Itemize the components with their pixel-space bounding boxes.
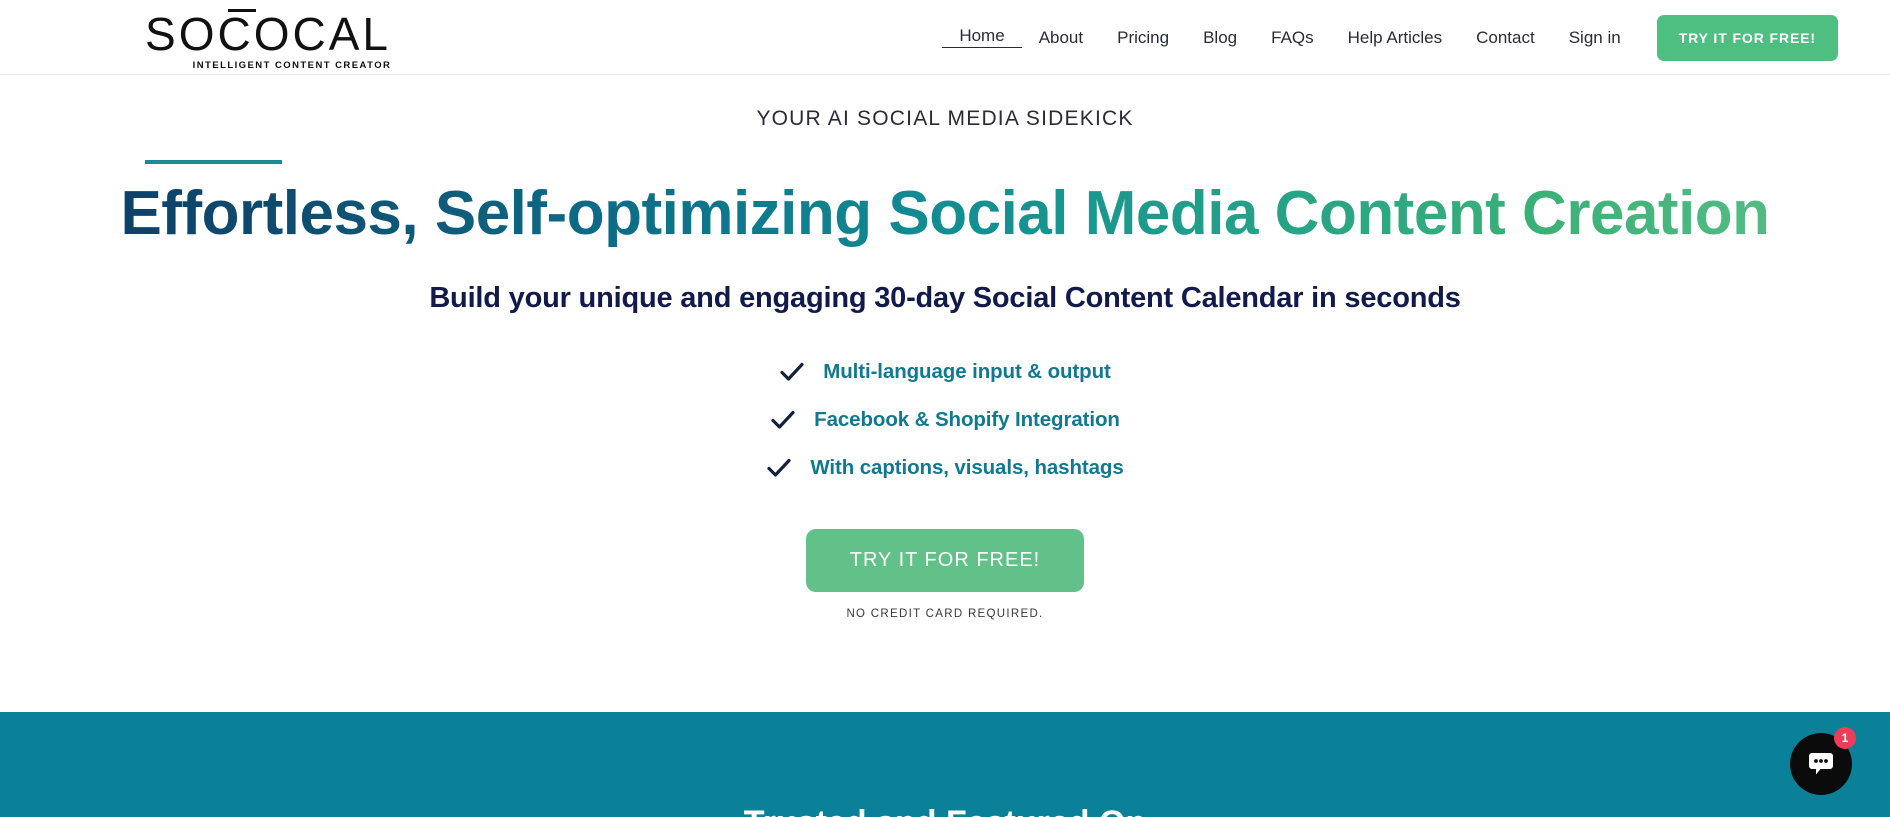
hero-eyebrow: YOUR AI SOCIAL MEDIA SIDEKICK <box>756 107 1134 130</box>
hero-benefits-list: Multi-language input & output Facebook &… <box>0 359 1890 481</box>
benefit-label: With captions, visuals, hashtags <box>810 455 1124 479</box>
check-icon <box>779 359 805 385</box>
landing-page: SOCOCAL INTELLIGENT CONTENT CREATOR Home… <box>0 0 1890 817</box>
check-icon <box>770 407 796 433</box>
chat-bubble-icon <box>1806 748 1836 781</box>
nav-item-pricing[interactable]: Pricing <box>1100 29 1186 46</box>
trusted-featured-title: Trusted and Featured On <box>0 804 1890 817</box>
nav-item-sign-in[interactable]: Sign in <box>1552 29 1638 46</box>
benefit-item: Multi-language input & output <box>779 359 1111 385</box>
no-credit-card-note: NO CREDIT CARD REQUIRED. <box>846 607 1044 620</box>
header-try-free-button[interactable]: TRY IT FOR FREE! <box>1656 14 1838 61</box>
logo-wordmark: SOCOCAL <box>133 8 403 60</box>
benefit-item: With captions, visuals, hashtags <box>766 455 1124 481</box>
check-icon <box>766 455 792 481</box>
site-logo[interactable]: SOCOCAL INTELLIGENT CONTENT CREATOR <box>133 8 403 71</box>
benefit-label: Facebook & Shopify Integration <box>814 407 1120 431</box>
nav-item-home[interactable]: Home <box>942 27 1022 48</box>
chat-unread-badge: 1 <box>1834 727 1856 749</box>
logo-macron-icon <box>228 9 256 12</box>
benefit-item: Facebook & Shopify Integration <box>770 407 1120 433</box>
trusted-featured-section: Trusted and Featured On <box>0 712 1890 817</box>
main-navigation: Home About Pricing Blog FAQs Help Articl… <box>942 0 1838 75</box>
nav-item-help-articles[interactable]: Help Articles <box>1331 29 1459 46</box>
nav-item-blog[interactable]: Blog <box>1186 29 1254 46</box>
nav-item-contact[interactable]: Contact <box>1459 29 1552 46</box>
benefit-label: Multi-language input & output <box>823 359 1111 383</box>
chat-widget[interactable]: 1 <box>1790 727 1856 795</box>
hero-divider-rule <box>145 160 282 164</box>
logo-tagline: INTELLIGENT CONTENT CREATOR <box>192 60 392 71</box>
nav-item-faqs[interactable]: FAQs <box>1254 29 1331 46</box>
hero-headline: Effortless, Self-optimizing Social Media… <box>0 180 1890 248</box>
site-header: SOCOCAL INTELLIGENT CONTENT CREATOR Home… <box>0 0 1890 75</box>
hero-subheadline: Build your unique and engaging 30-day So… <box>429 281 1461 314</box>
hero-section: YOUR AI SOCIAL MEDIA SIDEKICK Effortless… <box>0 75 1890 620</box>
nav-item-about[interactable]: About <box>1022 29 1100 46</box>
logo-wordmark-text: SOCOCAL <box>145 8 391 60</box>
hero-try-free-button[interactable]: TRY IT FOR FREE! <box>805 528 1085 592</box>
hero-cta-container: TRY IT FOR FREE! NO CREDIT CARD REQUIRED… <box>0 528 1890 620</box>
